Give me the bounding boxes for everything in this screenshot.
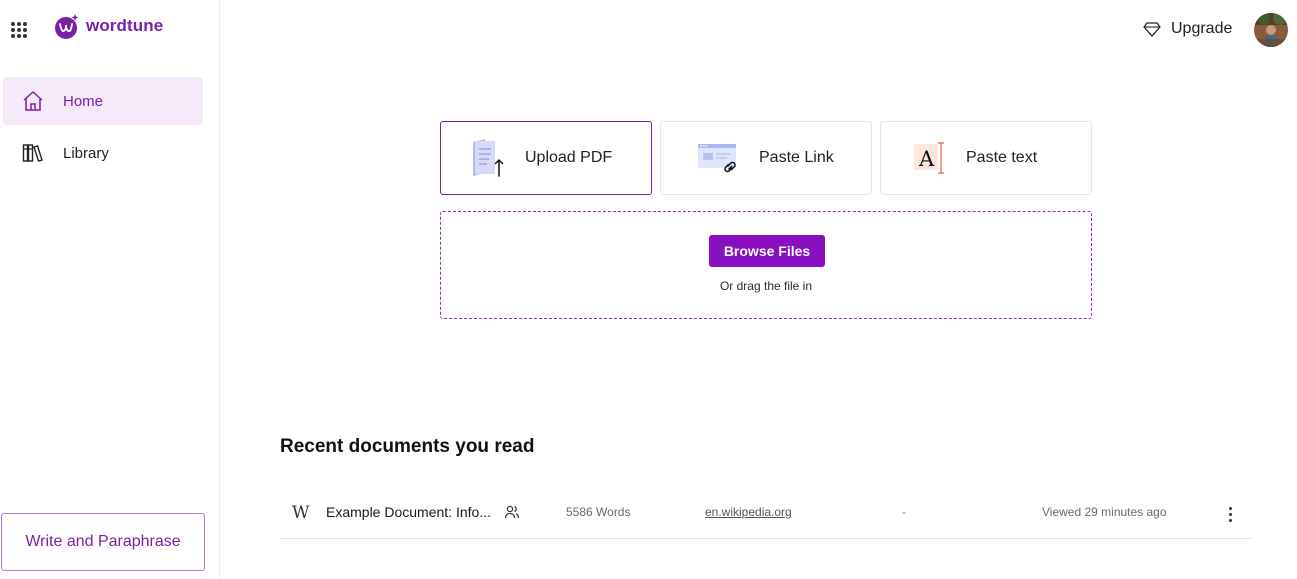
upload-pdf-option[interactable]: Upload PDF xyxy=(440,121,652,195)
document-source-link[interactable]: en.wikipedia.org xyxy=(705,505,792,519)
browse-files-button[interactable]: Browse Files xyxy=(709,235,825,267)
document-extra: - xyxy=(902,505,906,519)
document-viewed-time: Viewed 29 minutes ago xyxy=(1042,505,1167,519)
svg-text:A: A xyxy=(918,147,935,171)
more-options-icon[interactable] xyxy=(1220,503,1240,525)
paste-link-option[interactable]: Paste Link xyxy=(660,121,872,195)
sidebar: wordtune Home Library Write and Paraphra… xyxy=(0,0,220,579)
sidebar-item-library[interactable]: Library xyxy=(3,129,203,177)
recent-documents-heading: Recent documents you read xyxy=(280,436,535,457)
home-icon xyxy=(23,91,43,111)
wordtune-logo-icon xyxy=(55,14,79,39)
shared-users-icon xyxy=(504,505,520,519)
file-dropzone[interactable]: Browse Files Or drag the file in xyxy=(440,211,1092,319)
user-avatar[interactable] xyxy=(1254,13,1288,47)
document-title[interactable]: Example Document: Info... xyxy=(326,504,491,520)
apps-grid-icon[interactable] xyxy=(11,22,27,38)
paste-text-option[interactable]: A Paste text xyxy=(880,121,1092,195)
drag-hint: Or drag the file in xyxy=(719,279,813,293)
table-row[interactable]: W Example Document: Info... 5586 Words e… xyxy=(280,490,1252,539)
option-label: Paste Link xyxy=(759,149,834,166)
wikipedia-icon: W xyxy=(292,503,310,523)
paste-text-icon: A xyxy=(914,142,944,174)
option-label: Paste text xyxy=(966,149,1038,166)
sidebar-item-label: Home xyxy=(63,92,104,110)
brand-name: wordtune xyxy=(86,16,164,35)
document-word-count: 5586 Words xyxy=(566,505,631,519)
sidebar-item-label: Library xyxy=(63,144,109,162)
paste-link-icon xyxy=(698,144,736,173)
write-and-paraphrase-button[interactable]: Write and Paraphrase xyxy=(1,513,205,571)
library-icon xyxy=(22,144,43,162)
upgrade-label: Upgrade xyxy=(1171,20,1233,37)
upgrade-button[interactable]: Upgrade xyxy=(1143,20,1232,38)
brand-logo[interactable]: wordtune xyxy=(54,12,163,40)
pdf-upload-icon xyxy=(473,139,504,177)
sidebar-item-home[interactable]: Home xyxy=(3,77,203,125)
diamond-icon xyxy=(1143,22,1161,37)
option-label: Upload PDF xyxy=(525,149,613,166)
avatar-photo-icon xyxy=(1254,13,1288,47)
